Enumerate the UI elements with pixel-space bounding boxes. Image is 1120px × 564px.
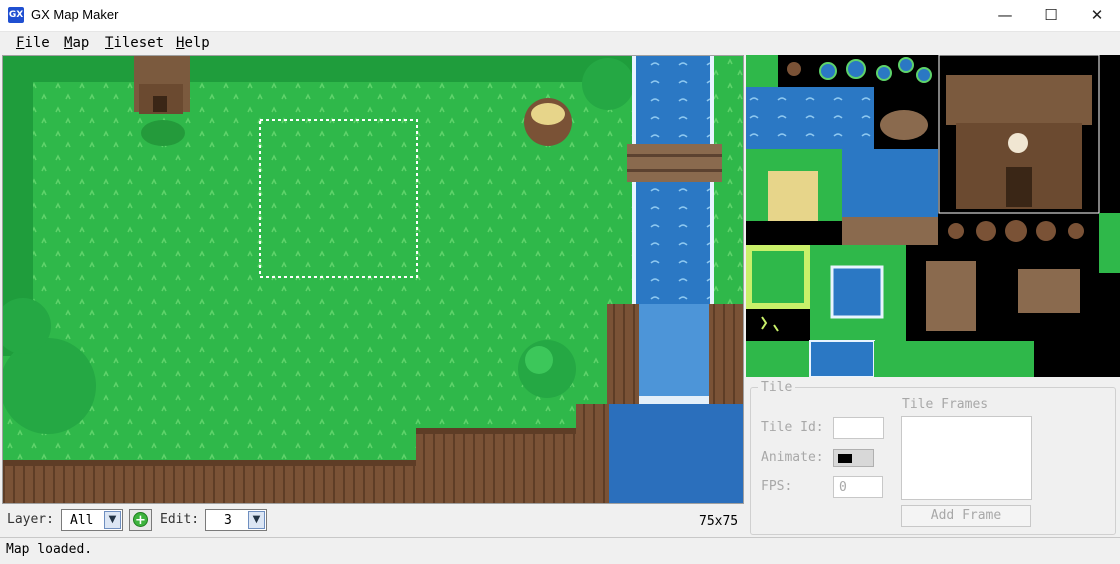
edit-label: Edit:: [160, 512, 200, 527]
menu-file[interactable]: File: [16, 35, 50, 51]
cliff-right: [709, 304, 743, 404]
fps-value: 0: [839, 480, 847, 495]
menu-bar: File Map Tileset Help: [0, 32, 1120, 54]
layer-select-value: All: [70, 513, 94, 528]
edit-layer-select-value: 3: [224, 513, 232, 528]
window-title: GX Map Maker: [31, 7, 119, 22]
fps-label: FPS:: [761, 479, 793, 494]
waterfall: [639, 304, 709, 404]
menu-help[interactable]: Help: [176, 35, 210, 51]
chevron-down-icon: ▼: [248, 511, 265, 529]
layer-label: Layer:: [7, 512, 54, 527]
map-canvas[interactable]: [2, 55, 744, 504]
tile-rocks: [880, 110, 928, 140]
tile-frames-list[interactable]: [901, 416, 1032, 500]
edit-layer-select[interactable]: 3 ▼: [205, 509, 267, 531]
title-bar: GX GX Map Maker — ☐ ✕: [0, 0, 1120, 32]
app-icon: GX: [8, 7, 24, 23]
tile-water: [746, 87, 874, 149]
tile-group-title: Tile: [758, 380, 796, 395]
menu-tileset-label: ileset: [113, 35, 165, 51]
layer-select[interactable]: All ▼: [61, 509, 123, 531]
tile-id-label: Tile Id:: [761, 420, 824, 435]
tileset-render: [746, 55, 1120, 377]
wooden-bridge: [627, 144, 722, 182]
menu-help-label: elp: [184, 35, 210, 51]
status-text: Map loaded.: [6, 542, 93, 557]
status-bar: Map loaded.: [0, 537, 1120, 564]
tile-log: [842, 217, 938, 245]
tile-sand: [768, 171, 818, 221]
add-layer-button[interactable]: +: [129, 509, 152, 531]
animate-toggle[interactable]: [833, 449, 874, 467]
tile-pond: [830, 265, 884, 319]
add-frame-button[interactable]: Add Frame: [901, 505, 1031, 527]
tile-platform-large: [1018, 269, 1080, 313]
menu-file-label: ile: [24, 35, 50, 51]
tile-frames-label: Tile Frames: [902, 397, 989, 412]
minimize-button[interactable]: —: [982, 0, 1028, 31]
map-size-label: 75x75: [699, 514, 739, 529]
close-button[interactable]: ✕: [1074, 0, 1120, 31]
menu-tileset[interactable]: Tileset: [105, 35, 164, 51]
map-render: [3, 56, 743, 503]
pond: [609, 404, 743, 503]
menu-map[interactable]: Map: [64, 35, 89, 51]
chevron-down-icon: ▼: [104, 511, 121, 529]
tree-border-top: [3, 56, 643, 82]
tileset-panel[interactable]: [746, 55, 1120, 377]
menu-map-label: ap: [72, 35, 90, 51]
toggle-knob: [838, 454, 852, 463]
maximize-button[interactable]: ☐: [1028, 0, 1074, 31]
plus-icon: +: [133, 512, 148, 528]
fps-field[interactable]: 0: [833, 476, 883, 498]
animate-label: Animate:: [761, 450, 824, 465]
tile-id-field[interactable]: [833, 417, 884, 439]
cliff-left: [607, 304, 639, 404]
cliff-bottom: [416, 434, 576, 503]
tile-platform-small: [926, 261, 976, 331]
